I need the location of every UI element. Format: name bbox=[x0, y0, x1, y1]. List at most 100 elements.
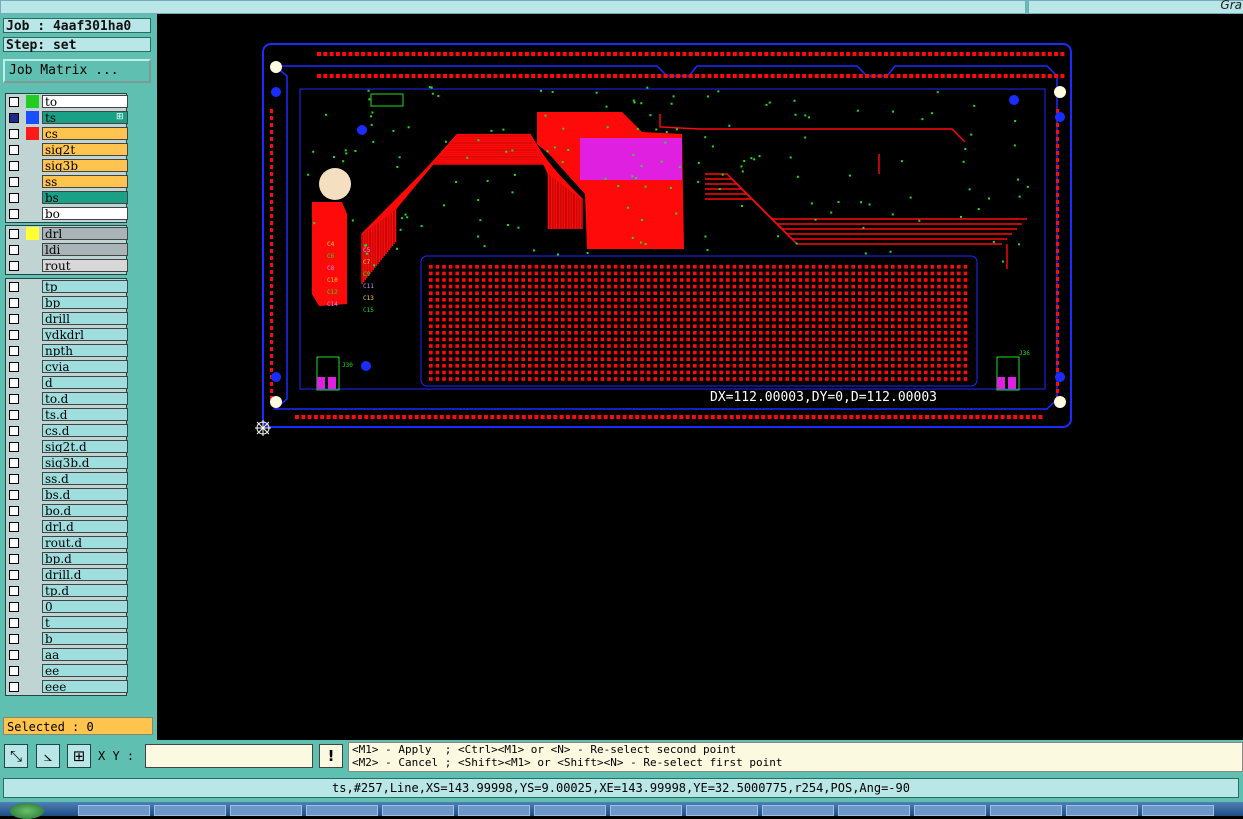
layer-row-d[interactable]: d bbox=[6, 375, 128, 391]
layer-checkbox[interactable] bbox=[9, 650, 19, 660]
layer-row-sig2t.d[interactable]: sig2t.d bbox=[6, 439, 128, 455]
layer-name[interactable]: ee bbox=[42, 664, 128, 677]
layer-checkbox[interactable] bbox=[9, 330, 19, 340]
layer-name[interactable]: ydkdrl bbox=[42, 328, 128, 341]
layer-checkbox[interactable] bbox=[9, 229, 19, 239]
layer-checkbox[interactable] bbox=[9, 634, 19, 644]
snap-grid-icon[interactable]: ⊞ bbox=[67, 744, 91, 768]
warning-icon[interactable]: ! bbox=[319, 744, 343, 768]
layer-name[interactable]: b bbox=[42, 632, 128, 645]
layer-row-drill[interactable]: drill bbox=[6, 311, 128, 327]
taskbar-item[interactable] bbox=[1066, 805, 1138, 816]
layer-row-bo[interactable]: bo bbox=[6, 206, 128, 222]
layer-checkbox[interactable] bbox=[9, 145, 19, 155]
layer-checkbox[interactable] bbox=[9, 474, 19, 484]
layer-name[interactable]: bp.d bbox=[42, 552, 128, 565]
layer-checkbox[interactable] bbox=[9, 538, 19, 548]
taskbar-item[interactable] bbox=[458, 805, 530, 816]
layer-color-swatch[interactable] bbox=[26, 227, 39, 240]
taskbar-item[interactable] bbox=[154, 805, 226, 816]
layer-name[interactable]: aa bbox=[42, 648, 128, 661]
layer-name[interactable]: to.d bbox=[42, 392, 128, 405]
layer-checkbox[interactable] bbox=[9, 193, 19, 203]
layer-row-ee[interactable]: ee bbox=[6, 663, 128, 679]
layer-checkbox[interactable] bbox=[9, 129, 19, 139]
taskbar-item[interactable] bbox=[306, 805, 378, 816]
layer-name[interactable]: rout.d bbox=[42, 536, 128, 549]
layer-color-swatch[interactable] bbox=[26, 95, 39, 108]
layer-name[interactable]: ts.d bbox=[42, 408, 128, 421]
layer-row-ldi[interactable]: ldi bbox=[6, 242, 128, 258]
layer-checkbox[interactable] bbox=[9, 209, 19, 219]
layer-name[interactable]: 0 bbox=[42, 600, 128, 613]
layer-row-cvia[interactable]: cvia bbox=[6, 359, 128, 375]
layer-row-bp[interactable]: bp bbox=[6, 295, 128, 311]
layer-row-t[interactable]: t bbox=[6, 615, 128, 631]
layer-checkbox[interactable] bbox=[9, 113, 19, 123]
layer-name[interactable]: ldi bbox=[42, 243, 128, 256]
layer-checkbox[interactable] bbox=[9, 346, 19, 356]
layer-name[interactable]: sig2t bbox=[42, 143, 128, 156]
layer-checkbox[interactable] bbox=[9, 554, 19, 564]
xy-input[interactable] bbox=[145, 744, 313, 768]
start-button[interactable] bbox=[10, 803, 44, 819]
layer-name[interactable]: ss bbox=[42, 175, 128, 188]
layer-row-npth[interactable]: npth bbox=[6, 343, 128, 359]
layer-row-ts[interactable]: ts ⊞ bbox=[6, 110, 128, 126]
layer-color-swatch[interactable] bbox=[26, 127, 39, 140]
layer-row-tp[interactable]: tp bbox=[6, 279, 128, 295]
layer-name[interactable]: bp bbox=[42, 296, 128, 309]
layer-checkbox[interactable] bbox=[9, 97, 19, 107]
layer-row-ss[interactable]: ss bbox=[6, 174, 128, 190]
layer-name[interactable]: tp bbox=[42, 280, 128, 293]
taskbar-item[interactable] bbox=[610, 805, 682, 816]
job-matrix-button[interactable]: Job Matrix ... bbox=[3, 59, 151, 83]
layer-row-bp.d[interactable]: bp.d bbox=[6, 551, 128, 567]
layer-row-bo.d[interactable]: bo.d bbox=[6, 503, 128, 519]
layer-row-drill.d[interactable]: drill.d bbox=[6, 567, 128, 583]
layer-row-bs[interactable]: bs bbox=[6, 190, 128, 206]
layer-name[interactable]: bs.d bbox=[42, 488, 128, 501]
layer-checkbox[interactable] bbox=[9, 362, 19, 372]
layer-checkbox[interactable] bbox=[9, 426, 19, 436]
layer-checkbox[interactable] bbox=[9, 666, 19, 676]
layer-row-cs.d[interactable]: cs.d bbox=[6, 423, 128, 439]
taskbar-item[interactable] bbox=[914, 805, 986, 816]
layer-checkbox[interactable] bbox=[9, 314, 19, 324]
layer-name[interactable]: drl bbox=[42, 227, 128, 240]
layer-row-drl.d[interactable]: drl.d bbox=[6, 519, 128, 535]
layer-name[interactable]: tp.d bbox=[42, 584, 128, 597]
layer-row-drl[interactable]: drl bbox=[6, 226, 128, 242]
layer-name[interactable]: cs bbox=[42, 127, 128, 140]
layer-name[interactable]: cvia bbox=[42, 360, 128, 373]
measure-point-icon[interactable]: ⤡ bbox=[4, 744, 28, 768]
layer-checkbox[interactable] bbox=[9, 458, 19, 468]
layer-checkbox[interactable] bbox=[9, 522, 19, 532]
layer-row-tp.d[interactable]: tp.d bbox=[6, 583, 128, 599]
layer-row-to.d[interactable]: to.d bbox=[6, 391, 128, 407]
layer-row-rout[interactable]: rout bbox=[6, 258, 128, 274]
layer-checkbox[interactable] bbox=[9, 245, 19, 255]
measure-angle-icon[interactable]: ⦣ bbox=[36, 744, 60, 768]
layer-name[interactable]: drill bbox=[42, 312, 128, 325]
layer-checkbox[interactable] bbox=[9, 506, 19, 516]
layer-checkbox[interactable] bbox=[9, 586, 19, 596]
layer-checkbox[interactable] bbox=[9, 570, 19, 580]
layer-row-ydkdrl[interactable]: ydkdrl bbox=[6, 327, 128, 343]
taskbar-item[interactable] bbox=[990, 805, 1062, 816]
layer-name[interactable]: sig2t.d bbox=[42, 440, 128, 453]
layer-name[interactable]: ss.d bbox=[42, 472, 128, 485]
layer-checkbox[interactable] bbox=[9, 298, 19, 308]
layer-row-bs.d[interactable]: bs.d bbox=[6, 487, 128, 503]
layer-name[interactable]: cs.d bbox=[42, 424, 128, 437]
layer-name[interactable]: d bbox=[42, 376, 128, 389]
layer-checkbox[interactable] bbox=[9, 261, 19, 271]
layer-name[interactable]: sig3b bbox=[42, 159, 128, 172]
layer-row-eee[interactable]: eee bbox=[6, 679, 128, 695]
layer-checkbox[interactable] bbox=[9, 602, 19, 612]
layer-row-cs[interactable]: cs bbox=[6, 126, 128, 142]
layer-name[interactable]: drl.d bbox=[42, 520, 128, 533]
layer-checkbox[interactable] bbox=[9, 442, 19, 452]
layer-row-aa[interactable]: aa bbox=[6, 647, 128, 663]
layer-color-swatch[interactable] bbox=[26, 111, 39, 124]
